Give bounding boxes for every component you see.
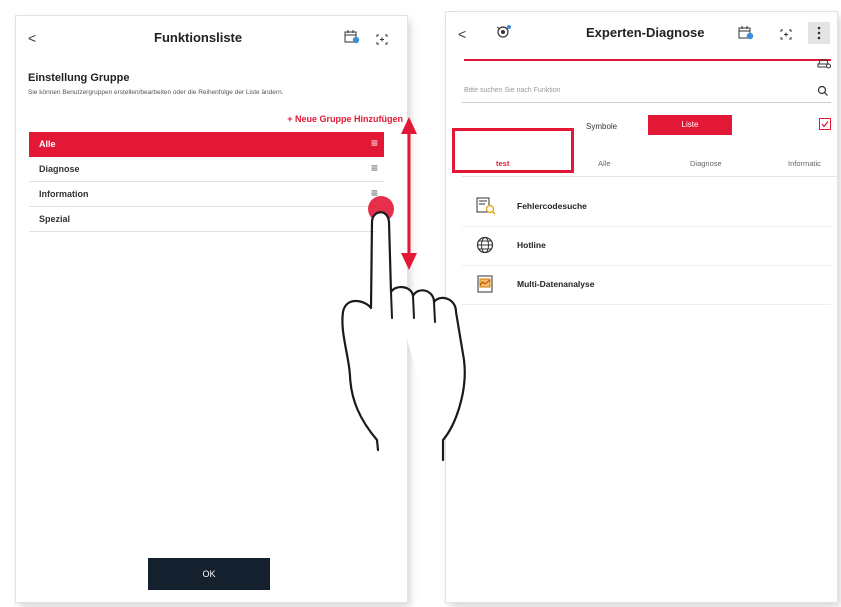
calendar-vci-icon[interactable] xyxy=(738,26,754,45)
tab-alle[interactable]: Alle xyxy=(598,159,611,168)
group-row-diagnose[interactable]: Diagnose ≡ xyxy=(29,157,384,182)
function-list: Fehlercodesuche Hotline Multi-Datenanaly… xyxy=(462,188,831,305)
data-analysis-icon xyxy=(476,275,494,298)
calendar-vci-icon[interactable] xyxy=(344,30,360,49)
more-menu-icon[interactable] xyxy=(808,22,830,44)
group-label: Diagnose xyxy=(39,164,80,174)
page-title: Experten-Diagnose xyxy=(586,25,705,40)
drag-handle-icon[interactable]: ≡ xyxy=(371,211,378,225)
search-input[interactable]: Bitte suchen Sie nach Funktion xyxy=(462,82,831,103)
group-list: Alle ≡ Diagnose ≡ Information ≡ Spezial … xyxy=(29,132,384,232)
view-toggle-symbole[interactable]: Symbole xyxy=(586,122,617,131)
search-icon[interactable] xyxy=(817,84,829,102)
screenshot-icon[interactable] xyxy=(780,27,792,45)
back-button[interactable]: < xyxy=(458,26,466,42)
back-button[interactable]: < xyxy=(28,30,36,46)
function-row-fehlercodesuche[interactable]: Fehlercodesuche xyxy=(462,188,831,227)
tab-divider xyxy=(462,176,837,177)
search-placeholder: Bitte suchen Sie nach Funktion xyxy=(464,87,561,94)
function-row-multi-datenanalyse[interactable]: Multi-Datenanalyse xyxy=(462,266,831,305)
add-group-button[interactable]: + Neue Gruppe Hinzufügen xyxy=(287,114,403,124)
divider xyxy=(464,59,831,61)
group-row-alle[interactable]: Alle ≡ xyxy=(29,132,384,157)
checkbox-icon[interactable] xyxy=(819,117,831,135)
function-row-hotline[interactable]: Hotline xyxy=(462,227,831,266)
fault-code-search-icon xyxy=(476,197,496,220)
function-label: Multi-Datenanalyse xyxy=(517,279,595,289)
tab-information[interactable]: Informatic xyxy=(788,159,821,168)
screenshot-icon[interactable] xyxy=(376,32,388,50)
page-title: Funktionsliste xyxy=(154,30,243,45)
drag-handle-icon[interactable]: ≡ xyxy=(371,161,378,175)
highlight-box xyxy=(452,128,574,173)
section-title: Einstellung Gruppe xyxy=(28,72,130,84)
car-icon[interactable] xyxy=(817,56,831,74)
drag-handle-icon[interactable]: ≡ xyxy=(371,186,378,200)
function-label: Hotline xyxy=(517,240,546,250)
section-description: Sie können Benutzergruppen erstellen/bea… xyxy=(28,89,284,96)
function-label: Fehlercodesuche xyxy=(517,201,587,211)
function-list-screen: < Funktionsliste Einstellung Gruppe Sie … xyxy=(16,16,407,602)
expert-diagnosis-screen: < Experten-Diagnose Bitte suchen Sie nac… xyxy=(446,12,837,602)
group-label: Information xyxy=(39,189,89,199)
globe-icon xyxy=(476,236,494,259)
group-row-spezial[interactable]: Spezial ≡ xyxy=(29,207,384,232)
group-row-information[interactable]: Information ≡ xyxy=(29,182,384,207)
group-label: Spezial xyxy=(39,214,71,224)
ok-button[interactable]: OK xyxy=(148,558,270,590)
right-top-bar: < Experten-Diagnose xyxy=(446,12,837,58)
tab-diagnose[interactable]: Diagnose xyxy=(690,159,722,168)
vehicle-connection-icon[interactable] xyxy=(494,24,512,45)
group-label: Alle xyxy=(39,139,56,149)
left-top-bar: < Funktionsliste xyxy=(16,16,407,62)
view-toggle-liste[interactable]: Liste xyxy=(648,115,732,135)
drag-handle-icon[interactable]: ≡ xyxy=(371,136,378,150)
